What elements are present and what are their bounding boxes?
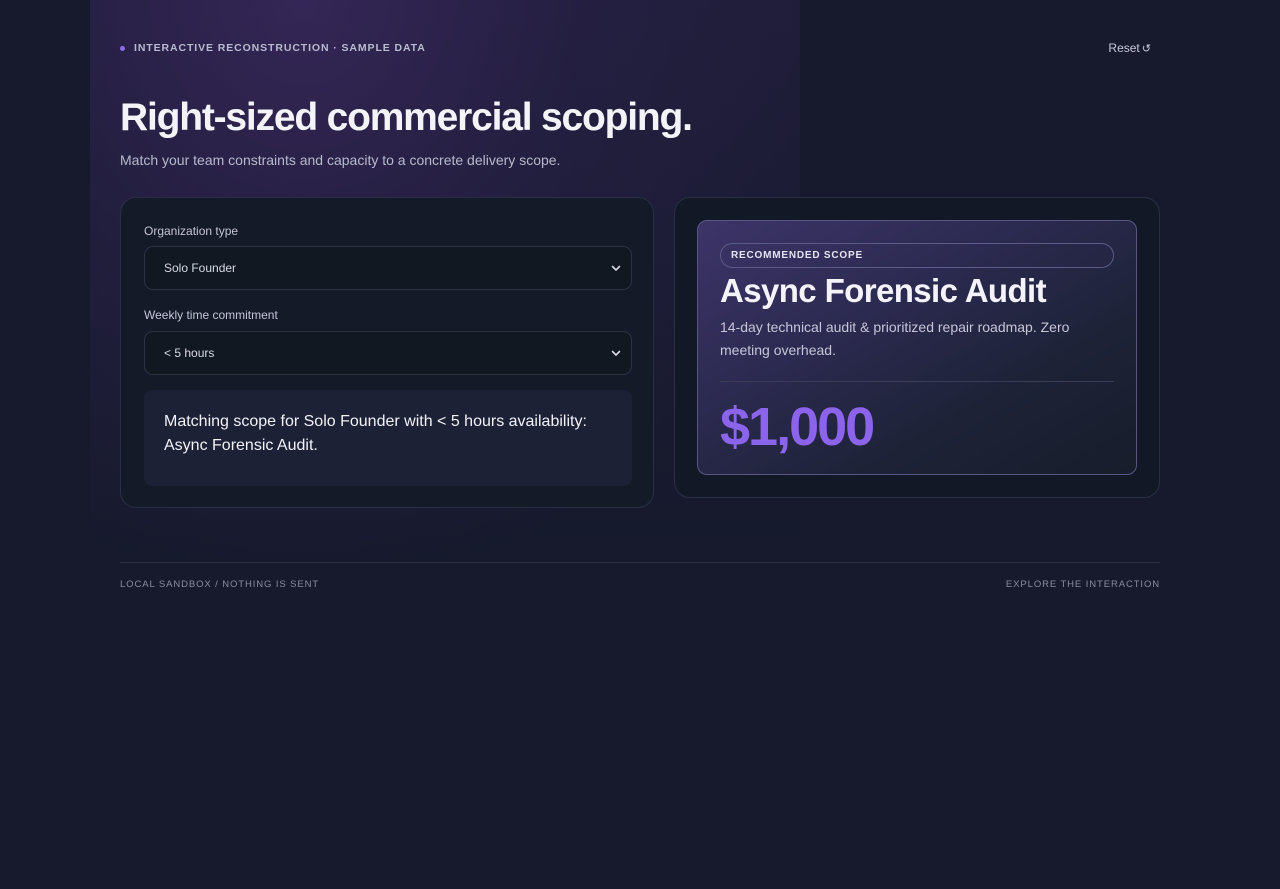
chevron-down-icon (611, 350, 621, 356)
scope-price: $1,000 (720, 397, 875, 457)
top-bar: INTERACTIVE RECONSTRUCTION · SAMPLE DATA… (120, 38, 1160, 58)
match-summary-text: Matching scope for Solo Founder with < 5… (164, 413, 587, 454)
eyebrow: INTERACTIVE RECONSTRUCTION · SAMPLE DATA (120, 42, 426, 54)
match-summary-box: Matching scope for Solo Founder with < 5… (144, 390, 632, 486)
recommendation-card: RECOMMENDED SCOPE Async Forensic Audit 1… (697, 220, 1137, 475)
eyebrow-text: INTERACTIVE RECONSTRUCTION · SAMPLE DATA (134, 42, 426, 54)
recommendation-panel: RECOMMENDED SCOPE Async Forensic Audit 1… (674, 197, 1160, 498)
org-type-label: Organization type (144, 224, 239, 238)
footer-right-link[interactable]: EXPLORE THE INTERACTION (1006, 579, 1160, 590)
reset-label: Reset (1108, 41, 1140, 55)
time-commitment-label: Weekly time commitment (144, 308, 278, 322)
time-commitment-value: < 5 hours (164, 346, 215, 360)
footer-left-text: LOCAL SANDBOX / NOTHING IS SENT (120, 579, 320, 590)
status-dot-icon (120, 45, 125, 51)
reset-button[interactable]: Reset ↺ (1108, 41, 1151, 55)
recommended-scope-badge: RECOMMENDED SCOPE (720, 243, 1114, 268)
page-title: Right-sized commercial scoping. (120, 96, 693, 139)
reset-icon: ↺ (1141, 43, 1151, 55)
scope-title: Async Forensic Audit (720, 272, 1047, 309)
footer-divider (120, 562, 1160, 563)
card-divider (720, 381, 1114, 382)
org-type-value: Solo Founder (164, 261, 237, 275)
chevron-down-icon (611, 265, 621, 271)
scoping-form-panel: Organization type Solo Founder Weekly ti… (120, 197, 654, 508)
org-type-select[interactable]: Solo Founder (144, 246, 632, 290)
time-commitment-select[interactable]: < 5 hours (144, 331, 632, 375)
page-subtitle: Match your team constraints and capacity… (120, 152, 561, 168)
scope-description: 14-day technical audit & prioritized rep… (720, 319, 1070, 358)
